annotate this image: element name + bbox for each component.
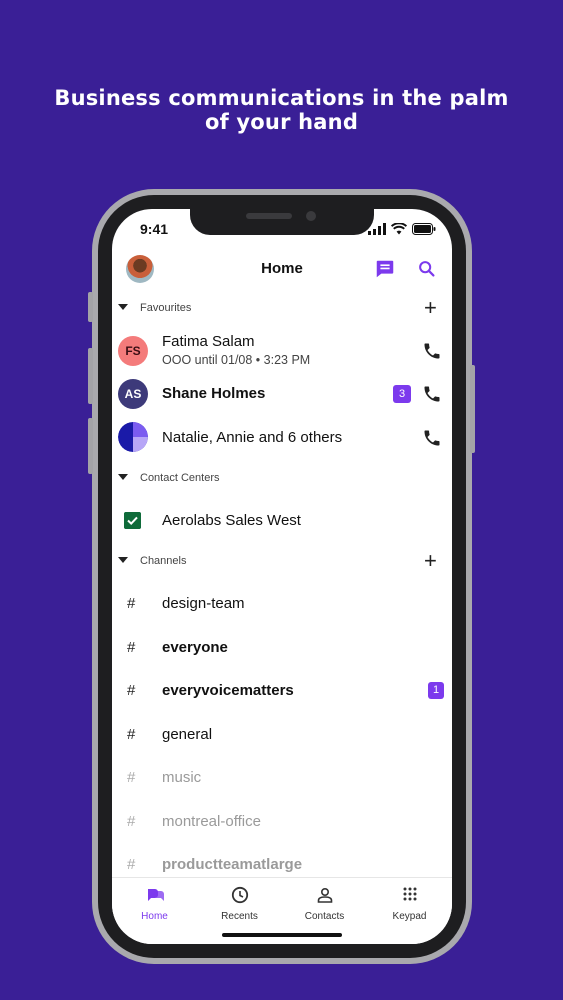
hash-icon: # [127, 813, 136, 830]
battery-icon [412, 223, 436, 235]
phone-mute-switch [88, 292, 93, 322]
page-title: Home [261, 260, 303, 277]
person-icon [317, 887, 332, 903]
nav-contacts[interactable]: Contacts [282, 886, 367, 922]
phone-volume-up [88, 348, 93, 404]
phone-icon[interactable] [422, 428, 442, 448]
channel-row[interactable]: # everyvoicematters 1 [112, 670, 452, 714]
hash-icon: # [127, 856, 136, 873]
nav-contacts-label: Contacts [304, 911, 345, 922]
favourites-label: Favourites [140, 302, 192, 314]
status-icons [368, 223, 436, 235]
speaker [246, 213, 292, 219]
checkbox-checked-icon[interactable] [124, 512, 141, 529]
compose-message-icon[interactable] [374, 258, 396, 280]
wifi-icon [391, 223, 407, 235]
clock-icon [231, 886, 248, 904]
contact-status: OOO until 01/08 • 3:23 PM [162, 353, 311, 367]
home-chat-icon [147, 889, 164, 901]
search-icon[interactable] [416, 258, 438, 280]
keypad-icon [403, 887, 416, 901]
nav-recents[interactable]: Recents [197, 886, 282, 922]
favourite-row-fatima[interactable]: FS Fatima Salam OOO until 01/08 • 3:23 P… [112, 329, 452, 373]
contact-name: Fatima Salam [162, 333, 255, 350]
channel-name: everyone [162, 639, 228, 656]
channels-header[interactable]: Channels + [112, 548, 452, 576]
avatar: AS [118, 379, 148, 409]
channel-row[interactable]: # everyone [112, 627, 452, 671]
signal-icon [368, 223, 386, 235]
favourites-header[interactable]: Favourites + [112, 295, 452, 323]
channel-row[interactable]: # general [112, 714, 452, 758]
channel-row[interactable]: # montreal-office [112, 801, 452, 845]
favourite-row-shane[interactable]: AS Shane Holmes 3 [112, 372, 452, 416]
contact-centers-header[interactable]: Contact Centers [112, 465, 452, 493]
channel-name: productteamatlarge [162, 856, 303, 873]
caret-down-icon [118, 304, 128, 310]
nav-keypad-label: Keypad [392, 911, 427, 922]
nav-home-label: Home [141, 911, 168, 922]
phone-volume-down [88, 418, 93, 474]
notch [190, 209, 374, 235]
channel-name: general [162, 726, 213, 743]
contact-center-name: Aerolabs Sales West [162, 512, 301, 529]
hash-icon: # [127, 682, 136, 699]
unread-badge: 1 [428, 682, 444, 699]
add-channel-button[interactable]: + [424, 550, 437, 572]
group-avatar-icon [118, 422, 148, 452]
caret-down-icon [118, 474, 128, 480]
app-screen: 9:41 Home Favourites + FS Fatima Salam O… [112, 209, 452, 944]
hash-icon: # [127, 595, 136, 612]
contact-name: Shane Holmes [162, 385, 266, 402]
caret-down-icon [118, 557, 128, 563]
hash-icon: # [127, 769, 136, 786]
phone-power-button [470, 365, 475, 453]
contact-center-row[interactable]: Aerolabs Sales West [112, 499, 452, 543]
nav-keypad[interactable]: Keypad [367, 886, 452, 922]
channel-row[interactable]: # music [112, 757, 452, 801]
unread-badge: 3 [393, 385, 411, 403]
channel-row[interactable]: # design-team [112, 583, 452, 627]
status-time: 9:41 [140, 221, 169, 237]
phone-icon[interactable] [422, 341, 442, 361]
channels-label: Channels [140, 555, 187, 567]
add-favourite-button[interactable]: + [424, 297, 437, 319]
favourite-row-group[interactable]: Natalie, Annie and 6 others [112, 416, 452, 460]
channel-name: design-team [162, 595, 245, 612]
channel-name: montreal-office [162, 813, 261, 830]
headline: Business communications in the palm of y… [54, 86, 509, 134]
channel-name: music [162, 769, 202, 786]
top-bar: Home [112, 251, 452, 287]
nav-recents-label: Recents [221, 911, 258, 922]
phone-icon[interactable] [422, 384, 442, 404]
hash-icon: # [127, 726, 136, 743]
home-indicator [222, 933, 342, 937]
nav-home[interactable]: Home [112, 886, 197, 922]
avatar: FS [118, 336, 148, 366]
hash-icon: # [127, 639, 136, 656]
camera [306, 211, 316, 221]
contact-centers-label: Contact Centers [140, 472, 220, 484]
contact-name: Natalie, Annie and 6 others [162, 429, 343, 446]
channel-name: everyvoicematters [162, 682, 294, 699]
